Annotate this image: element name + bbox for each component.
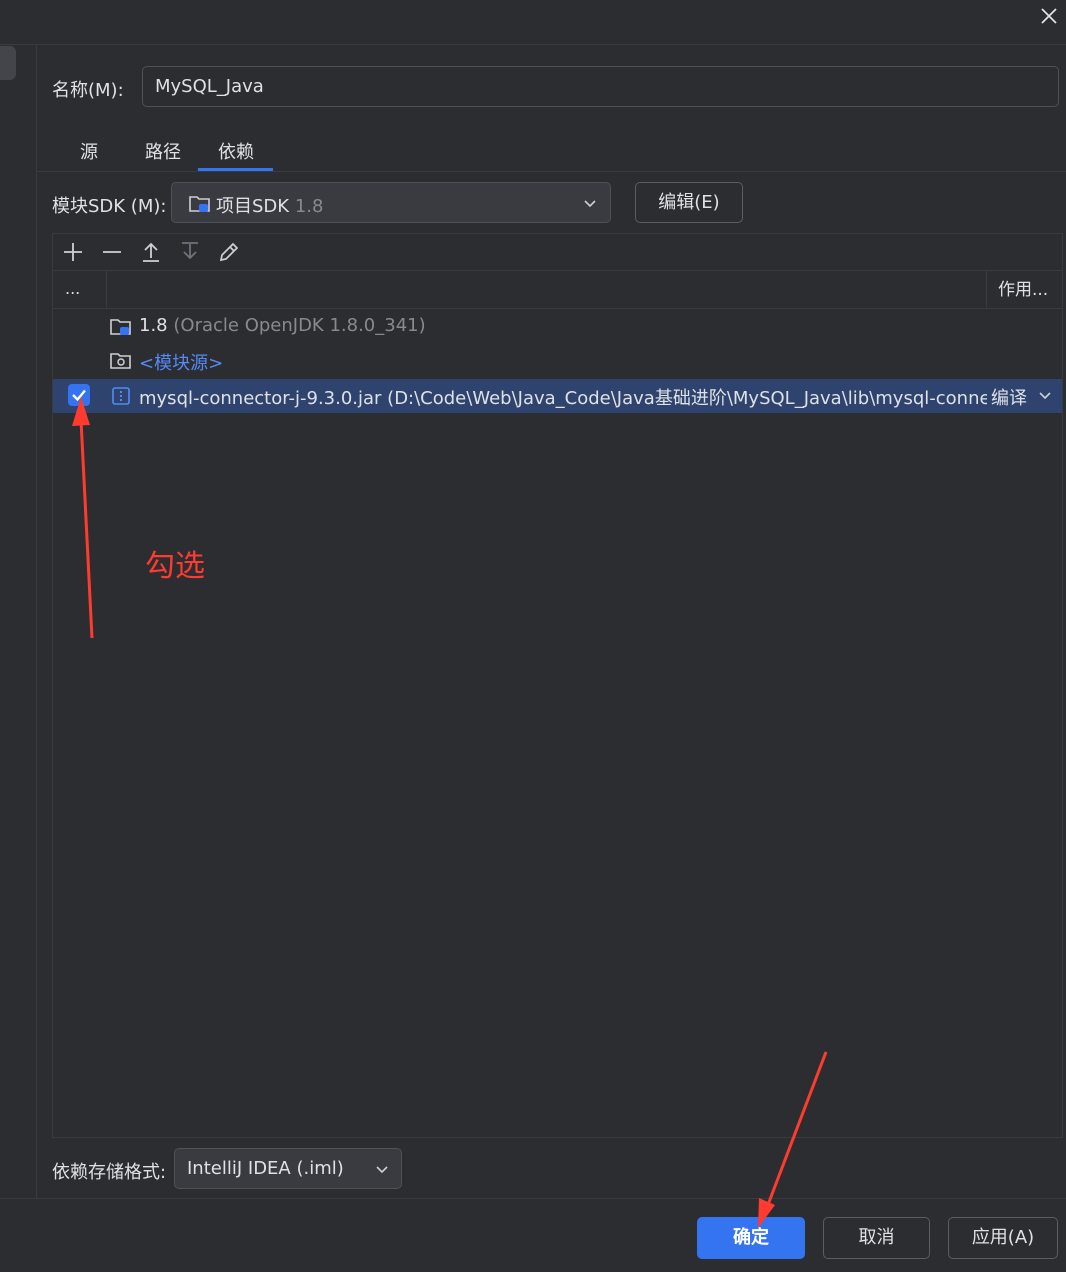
- add-icon[interactable]: [61, 240, 85, 264]
- dependencies-panel: ... 作用... 1.8 (Oracle OpenJDK 1.8.0_341)…: [52, 233, 1063, 1138]
- module-sdk-select[interactable]: 项目SDK 1.8: [171, 182, 611, 223]
- edit-icon[interactable]: [217, 240, 241, 264]
- apply-button[interactable]: 应用(A): [948, 1217, 1058, 1259]
- module-sdk-label: 模块SDK (M):: [52, 196, 167, 217]
- table-row[interactable]: mysql-connector-j-9.3.0.jar (D:\Code\Web…: [53, 379, 1062, 413]
- row-name: 1.8: [139, 315, 168, 336]
- annotation-label: 勾选: [145, 549, 205, 584]
- tab-paths[interactable]: 路径: [145, 138, 181, 164]
- storage-format-label: 依赖存储格式:: [52, 1162, 167, 1183]
- dialog-title-bar: [0, 0, 1066, 45]
- storage-format-value: IntelliJ IDEA (.iml): [187, 1158, 344, 1179]
- move-down-icon[interactable]: [178, 240, 202, 264]
- left-sidebar: [0, 45, 37, 1198]
- row-detail: (Oracle OpenJDK 1.8.0_341): [173, 315, 426, 336]
- close-icon[interactable]: [1036, 3, 1062, 29]
- row-name: <模块源>: [139, 353, 224, 374]
- row-scope[interactable]: 编译: [991, 384, 1027, 410]
- row-name: mysql-connector-j-9.3.0.jar (D:\Code\Web…: [139, 388, 987, 409]
- active-tab-indicator: [198, 168, 273, 171]
- export-checkbox[interactable]: [68, 384, 90, 406]
- tab-sources[interactable]: 源: [80, 138, 98, 164]
- header-scope-column[interactable]: 作用...: [986, 271, 1062, 308]
- sdk-folder-icon: [189, 196, 210, 212]
- module-name-input[interactable]: MySQL_Java: [142, 66, 1059, 107]
- header-export-column[interactable]: ...: [53, 271, 107, 308]
- check-icon: [72, 389, 86, 402]
- sidebar-selected-item[interactable]: [0, 46, 16, 80]
- module-source-folder-icon: [110, 353, 131, 369]
- edit-sdk-button[interactable]: 编辑(E): [635, 182, 743, 223]
- storage-format-select[interactable]: IntelliJ IDEA (.iml): [174, 1148, 402, 1189]
- remove-icon[interactable]: [100, 240, 124, 264]
- tab-dependencies[interactable]: 依赖: [218, 138, 254, 164]
- table-row[interactable]: <模块源>: [53, 344, 1062, 378]
- jar-archive-icon: [112, 387, 130, 405]
- chevron-down-icon: [584, 200, 596, 208]
- ok-button[interactable]: 确定: [697, 1217, 805, 1259]
- name-label: 名称(M):: [52, 80, 124, 101]
- dependencies-toolbar: [53, 234, 1062, 271]
- footer-divider: [0, 1198, 1066, 1199]
- tab-bar: 源 路径 依赖: [37, 130, 1066, 172]
- move-up-icon[interactable]: [139, 240, 163, 264]
- sdk-value: 项目SDK: [216, 196, 290, 217]
- chevron-down-icon: [376, 1166, 388, 1174]
- table-row[interactable]: 1.8 (Oracle OpenJDK 1.8.0_341): [53, 310, 1062, 344]
- jdk-folder-icon: [110, 319, 131, 335]
- cancel-button[interactable]: 取消: [823, 1217, 930, 1259]
- sdk-version: 1.8: [294, 196, 324, 217]
- chevron-down-icon[interactable]: [1037, 388, 1053, 404]
- table-header: ... 作用...: [53, 271, 1062, 309]
